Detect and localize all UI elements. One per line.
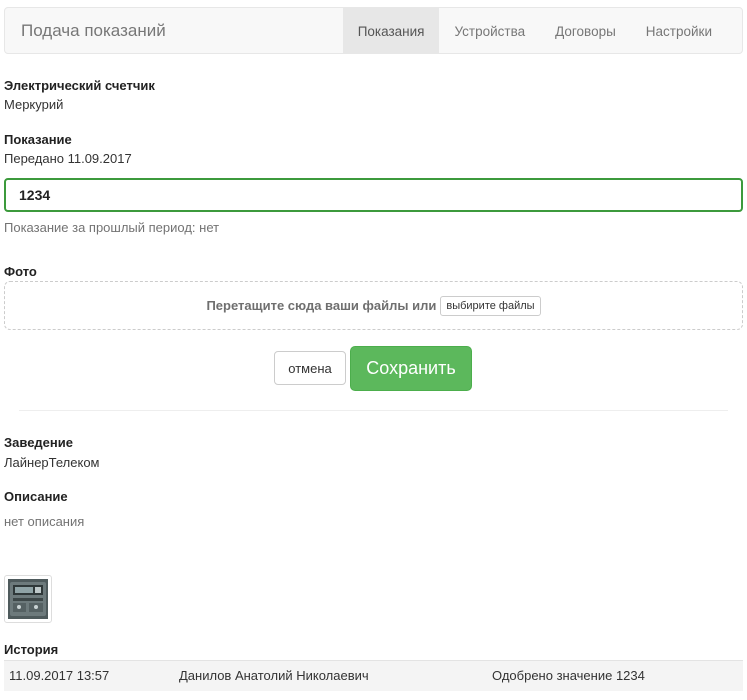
history-action: Одобрено значение 1234 — [492, 668, 645, 683]
history-date: 11.09.2017 13:57 — [9, 668, 110, 683]
app-title[interactable]: Подача показаний — [21, 8, 166, 53]
history-user: Данилов Анатолий Николаевич — [179, 668, 369, 683]
description-label: Описание — [4, 489, 68, 504]
navbar: Подача показаний Показания Устройства До… — [4, 7, 743, 54]
choose-files-button[interactable]: выбирите файлы — [440, 295, 541, 316]
reading-label: Показание — [4, 132, 72, 147]
section-divider — [19, 410, 728, 411]
tab-readings[interactable]: Показания — [342, 8, 440, 53]
tab-settings[interactable]: Настройки — [631, 8, 742, 53]
previous-reading-hint: Показание за прошлый период: нет — [4, 220, 220, 235]
save-button[interactable]: Сохранить — [350, 346, 472, 391]
history-label: История — [4, 642, 59, 657]
nav-tabs: Показания Устройства Договоры Настройки — [342, 8, 742, 53]
tab-devices[interactable]: Устройства — [439, 8, 540, 53]
history-row: 11.09.2017 13:57 Данилов Анатолий Никола… — [4, 660, 743, 691]
meter-value: Меркурий — [4, 97, 64, 112]
dropzone-text: Перетащите сюда ваши файлы или — [206, 298, 437, 313]
meter-photo-thumbnail[interactable] — [4, 575, 52, 623]
establishment-label: Заведение — [4, 435, 73, 450]
reading-submitted-date: Передано 11.09.2017 — [4, 151, 132, 166]
tab-contracts[interactable]: Договоры — [540, 8, 631, 53]
photo-label: Фото — [4, 264, 37, 279]
reading-input[interactable] — [4, 178, 743, 212]
description-value: нет описания — [4, 514, 85, 529]
establishment-value: ЛайнерТелеком — [4, 455, 100, 470]
meter-device-image — [8, 579, 48, 619]
meter-label: Электрический счетчик — [4, 78, 155, 93]
file-dropzone[interactable]: Перетащите сюда ваши файлы или выбирите … — [4, 281, 743, 330]
cancel-button[interactable]: отмена — [274, 351, 346, 385]
